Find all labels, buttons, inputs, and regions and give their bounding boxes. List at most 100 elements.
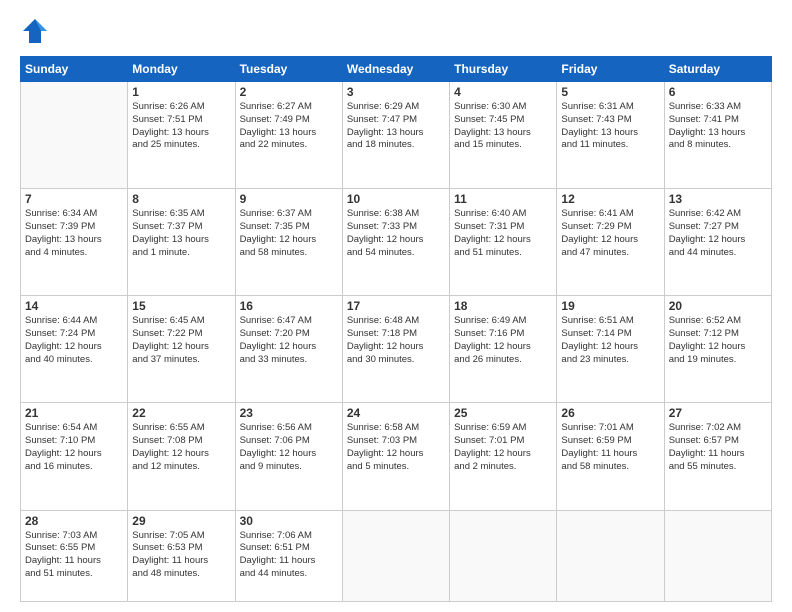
calendar-cell: 19 Sunrise: 6:51 AM Sunset: 7:14 PM Dayli… bbox=[557, 296, 664, 403]
calendar-cell: 24 Sunrise: 6:58 AM Sunset: 7:03 PM Dayli… bbox=[342, 403, 449, 510]
calendar-cell: 16 Sunrise: 6:47 AM Sunset: 7:20 PM Dayli… bbox=[235, 296, 342, 403]
calendar-cell: 8 Sunrise: 6:35 AM Sunset: 7:37 PM Daylig… bbox=[128, 189, 235, 296]
day-number: 28 bbox=[25, 514, 123, 528]
cell-text: Sunrise: 6:37 AM Sunset: 7:35 PM Dayligh… bbox=[240, 208, 338, 259]
cell-text: Sunrise: 6:29 AM Sunset: 7:47 PM Dayligh… bbox=[347, 101, 445, 152]
day-number: 30 bbox=[240, 514, 338, 528]
cell-text: Sunrise: 6:33 AM Sunset: 7:41 PM Dayligh… bbox=[669, 101, 767, 152]
calendar-cell: 7 Sunrise: 6:34 AM Sunset: 7:39 PM Daylig… bbox=[21, 189, 128, 296]
day-number: 27 bbox=[669, 406, 767, 420]
cell-text: Sunrise: 6:27 AM Sunset: 7:49 PM Dayligh… bbox=[240, 101, 338, 152]
page: SundayMondayTuesdayWednesdayThursdayFrid… bbox=[0, 0, 792, 612]
cell-text: Sunrise: 6:26 AM Sunset: 7:51 PM Dayligh… bbox=[132, 101, 230, 152]
calendar-cell: 23Sunrise: 6:56 AM Sunset: 7:06 PM Dayli… bbox=[235, 403, 342, 510]
cell-text: Sunrise: 6:45 AM Sunset: 7:22 PM Dayligh… bbox=[132, 315, 230, 366]
calendar-cell: 9 Sunrise: 6:37 AM Sunset: 7:35 PM Daylig… bbox=[235, 189, 342, 296]
day-number: 9 bbox=[240, 192, 338, 206]
cell-text: Sunrise: 6:58 AM Sunset: 7:03 PM Dayligh… bbox=[347, 422, 445, 473]
day-number: 21 bbox=[25, 406, 123, 420]
calendar-cell: 27 Sunrise: 7:02 AM Sunset: 6:57 PM Dayli… bbox=[664, 403, 771, 510]
calendar-cell: 17 Sunrise: 6:48 AM Sunset: 7:18 PM Dayli… bbox=[342, 296, 449, 403]
cell-text: Sunrise: 7:02 AM Sunset: 6:57 PM Dayligh… bbox=[669, 422, 767, 473]
day-number: 3 bbox=[347, 85, 445, 99]
calendar-cell: 2 Sunrise: 6:27 AM Sunset: 7:49 PM Daylig… bbox=[235, 82, 342, 189]
calendar-cell: 12 Sunrise: 6:41 AM Sunset: 7:29 PM Dayli… bbox=[557, 189, 664, 296]
day-number: 12 bbox=[561, 192, 659, 206]
cell-text: Sunrise: 7:05 AM Sunset: 6:53 PM Dayligh… bbox=[132, 530, 230, 581]
cell-text: Sunrise: 6:42 AM Sunset: 7:27 PM Dayligh… bbox=[669, 208, 767, 259]
day-number: 29 bbox=[132, 514, 230, 528]
calendar-cell: 25Sunrise: 6:59 AM Sunset: 7:01 PM Dayli… bbox=[450, 403, 557, 510]
cell-text: Sunrise: 6:31 AM Sunset: 7:43 PM Dayligh… bbox=[561, 101, 659, 152]
day-number: 5 bbox=[561, 85, 659, 99]
calendar-cell: 20 Sunrise: 6:52 AM Sunset: 7:12 PM Dayli… bbox=[664, 296, 771, 403]
day-number: 8 bbox=[132, 192, 230, 206]
header bbox=[20, 16, 772, 46]
day-number: 1 bbox=[132, 85, 230, 99]
day-number: 22 bbox=[132, 406, 230, 420]
day-number: 14 bbox=[25, 299, 123, 313]
weekday-header-tuesday: Tuesday bbox=[235, 57, 342, 82]
day-number: 2 bbox=[240, 85, 338, 99]
cell-text: Sunrise: 6:47 AM Sunset: 7:20 PM Dayligh… bbox=[240, 315, 338, 366]
calendar-week-row: 14 Sunrise: 6:44 AM Sunset: 7:24 PM Dayli… bbox=[21, 296, 772, 403]
calendar-cell: 28Sunrise: 7:03 AM Sunset: 6:55 PM Dayli… bbox=[21, 510, 128, 601]
calendar-cell: 13 Sunrise: 6:42 AM Sunset: 7:27 PM Dayli… bbox=[664, 189, 771, 296]
cell-text: Sunrise: 6:30 AM Sunset: 7:45 PM Dayligh… bbox=[454, 101, 552, 152]
weekday-header-friday: Friday bbox=[557, 57, 664, 82]
day-number: 18 bbox=[454, 299, 552, 313]
cell-text: Sunrise: 6:49 AM Sunset: 7:16 PM Dayligh… bbox=[454, 315, 552, 366]
calendar-week-row: 21Sunrise: 6:54 AM Sunset: 7:10 PM Dayli… bbox=[21, 403, 772, 510]
cell-text: Sunrise: 6:52 AM Sunset: 7:12 PM Dayligh… bbox=[669, 315, 767, 366]
calendar-week-row: 7 Sunrise: 6:34 AM Sunset: 7:39 PM Daylig… bbox=[21, 189, 772, 296]
calendar-cell: 29 Sunrise: 7:05 AM Sunset: 6:53 PM Dayli… bbox=[128, 510, 235, 601]
calendar-cell bbox=[21, 82, 128, 189]
day-number: 19 bbox=[561, 299, 659, 313]
calendar-cell bbox=[557, 510, 664, 601]
calendar-week-row: 28Sunrise: 7:03 AM Sunset: 6:55 PM Dayli… bbox=[21, 510, 772, 601]
day-number: 24 bbox=[347, 406, 445, 420]
cell-text: Sunrise: 6:55 AM Sunset: 7:08 PM Dayligh… bbox=[132, 422, 230, 473]
day-number: 16 bbox=[240, 299, 338, 313]
weekday-header-row: SundayMondayTuesdayWednesdayThursdayFrid… bbox=[21, 57, 772, 82]
cell-text: Sunrise: 6:48 AM Sunset: 7:18 PM Dayligh… bbox=[347, 315, 445, 366]
cell-text: Sunrise: 7:01 AM Sunset: 6:59 PM Dayligh… bbox=[561, 422, 659, 473]
calendar-cell: 10 Sunrise: 6:38 AM Sunset: 7:33 PM Dayli… bbox=[342, 189, 449, 296]
day-number: 23 bbox=[240, 406, 338, 420]
day-number: 10 bbox=[347, 192, 445, 206]
cell-text: Sunrise: 6:38 AM Sunset: 7:33 PM Dayligh… bbox=[347, 208, 445, 259]
day-number: 11 bbox=[454, 192, 552, 206]
calendar-cell bbox=[450, 510, 557, 601]
calendar-cell: 4Sunrise: 6:30 AM Sunset: 7:45 PM Daylig… bbox=[450, 82, 557, 189]
calendar-cell: 18 Sunrise: 6:49 AM Sunset: 7:16 PM Dayli… bbox=[450, 296, 557, 403]
calendar-cell: 15Sunrise: 6:45 AM Sunset: 7:22 PM Dayli… bbox=[128, 296, 235, 403]
calendar-cell: 26Sunrise: 7:01 AM Sunset: 6:59 PM Dayli… bbox=[557, 403, 664, 510]
weekday-header-wednesday: Wednesday bbox=[342, 57, 449, 82]
calendar-cell bbox=[342, 510, 449, 601]
calendar-cell: 5 Sunrise: 6:31 AM Sunset: 7:43 PM Daylig… bbox=[557, 82, 664, 189]
day-number: 6 bbox=[669, 85, 767, 99]
day-number: 17 bbox=[347, 299, 445, 313]
calendar-cell: 3 Sunrise: 6:29 AM Sunset: 7:47 PM Daylig… bbox=[342, 82, 449, 189]
cell-text: Sunrise: 7:06 AM Sunset: 6:51 PM Dayligh… bbox=[240, 530, 338, 581]
calendar-cell: 22 Sunrise: 6:55 AM Sunset: 7:08 PM Dayli… bbox=[128, 403, 235, 510]
calendar-cell: 14 Sunrise: 6:44 AM Sunset: 7:24 PM Dayli… bbox=[21, 296, 128, 403]
day-number: 13 bbox=[669, 192, 767, 206]
weekday-header-thursday: Thursday bbox=[450, 57, 557, 82]
weekday-header-monday: Monday bbox=[128, 57, 235, 82]
calendar-cell: 21Sunrise: 6:54 AM Sunset: 7:10 PM Dayli… bbox=[21, 403, 128, 510]
day-number: 25 bbox=[454, 406, 552, 420]
cell-text: Sunrise: 6:51 AM Sunset: 7:14 PM Dayligh… bbox=[561, 315, 659, 366]
day-number: 20 bbox=[669, 299, 767, 313]
cell-text: Sunrise: 6:34 AM Sunset: 7:39 PM Dayligh… bbox=[25, 208, 123, 259]
cell-text: Sunrise: 6:35 AM Sunset: 7:37 PM Dayligh… bbox=[132, 208, 230, 259]
day-number: 7 bbox=[25, 192, 123, 206]
calendar-cell bbox=[664, 510, 771, 601]
calendar-cell: 30 Sunrise: 7:06 AM Sunset: 6:51 PM Dayli… bbox=[235, 510, 342, 601]
cell-text: Sunrise: 6:44 AM Sunset: 7:24 PM Dayligh… bbox=[25, 315, 123, 366]
calendar-cell: 1 Sunrise: 6:26 AM Sunset: 7:51 PM Daylig… bbox=[128, 82, 235, 189]
cell-text: Sunrise: 6:41 AM Sunset: 7:29 PM Dayligh… bbox=[561, 208, 659, 259]
logo-icon bbox=[20, 16, 50, 46]
calendar-table: SundayMondayTuesdayWednesdayThursdayFrid… bbox=[20, 56, 772, 602]
weekday-header-sunday: Sunday bbox=[21, 57, 128, 82]
